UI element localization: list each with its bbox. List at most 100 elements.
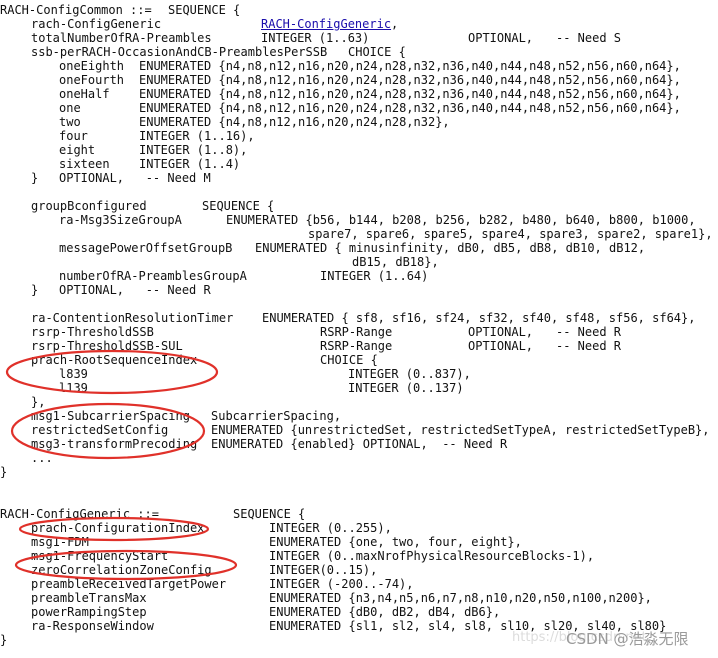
field-name: two <box>59 115 81 129</box>
code-line: RACH-ConfigCommon ::= SEQUENCE { <box>0 3 718 17</box>
field-name: msg1-SubcarrierSpacing <box>31 409 190 423</box>
code-line: preambleReceivedTargetPower INTEGER (-200… <box>0 577 718 591</box>
code-line: ra-Msg3SizeGroupA ENUMERATED {b56, b144, … <box>0 213 718 227</box>
brace: } <box>31 171 39 185</box>
code-line: dB15, dB18}, <box>0 255 718 269</box>
field-name: four <box>59 129 88 143</box>
code-line: rsrp-ThresholdSSB RSRP-Range OPTIONAL, -- N… <box>0 325 718 339</box>
field-type: INTEGER (0..255), <box>269 521 392 535</box>
code-line: l839 INTEGER (0..837), <box>0 367 718 381</box>
code-line: sixteen INTEGER (1..4) <box>0 157 718 171</box>
code-line: spare7, spare6, spare5, spare4, spare3, … <box>0 227 718 241</box>
code-line: rsrp-ThresholdSSB-SUL RSRP-Range OPTIONAL,… <box>0 339 718 353</box>
field-name: eight <box>59 143 96 157</box>
code-line: }, <box>0 395 718 409</box>
field-type: ENUMERATED {unrestrictedSet, restrictedS… <box>211 423 710 437</box>
punct: , <box>391 17 399 31</box>
optional: OPTIONAL, <box>468 31 534 45</box>
code-line: one ENUMERATED {n4,n8,n12,n16,n20,n24,n28… <box>0 101 718 115</box>
type-name: RACH-ConfigCommon ::= <box>0 3 152 17</box>
code-line: } <box>0 465 718 479</box>
brace: } <box>0 465 8 479</box>
rach-config-generic-link[interactable]: RACH-ConfigGeneric <box>261 17 391 31</box>
code-line: powerRampingStep ENUMERATED {dB0, dB2, dB… <box>0 605 718 619</box>
brace: }, <box>31 395 46 409</box>
field-type-cont: spare7, spare6, spare5, spare4, spare3, … <box>308 227 713 241</box>
field-type: RSRP-Range <box>320 339 393 353</box>
code-line: totalNumberOfRA-Preambles INTEGER (1..63)… <box>0 31 718 45</box>
field-type: ENUMERATED {n4,n8,n12,n16,n20,n24,n28,n3… <box>139 115 450 129</box>
field-name: oneEighth <box>59 59 125 73</box>
field-type: INTEGER (-200..-74), <box>269 577 414 591</box>
field-name: l139 <box>59 381 88 395</box>
field-type: ENUMERATED { sf8, sf16, sf24, sf32, sf40… <box>262 311 696 325</box>
code-line: msg3-transformPrecoding ENUMERATED {enabl… <box>0 437 718 451</box>
comment: OPTIONAL, -- Need M <box>59 171 211 185</box>
field-type-cont: dB15, dB18}, <box>352 255 439 269</box>
optional: OPTIONAL, <box>468 325 534 339</box>
field-type: ENUMERATED {n4,n8,n12,n16,n20,n24,n28,n3… <box>139 101 681 115</box>
field-type: ENUMERATED {enabled} OPTIONAL, -- Need R <box>211 437 508 451</box>
field-name: ra-Msg3SizeGroupA <box>59 213 182 227</box>
brace: } <box>31 283 39 297</box>
code-line: ... <box>0 451 718 465</box>
field-type: ENUMERATED {one, two, four, eight}, <box>269 535 522 549</box>
field-name: preambleTransMax <box>31 591 147 605</box>
field-name: l839 <box>59 367 88 381</box>
field-type: SEQUENCE { <box>202 199 275 213</box>
field-name: messagePowerOffsetGroupB <box>59 241 233 255</box>
field-name: ssb-perRACH-OccasionAndCB-PreamblesPerSS… <box>31 45 328 59</box>
code-line: oneHalf ENUMERATED {n4,n8,n12,n16,n20,n24… <box>0 87 718 101</box>
code-line: four INTEGER (1..16), <box>0 129 718 143</box>
code-line: msg1-SubcarrierSpacing SubcarrierSpacing, <box>0 409 718 423</box>
brace: } <box>0 633 8 647</box>
code-line: l139 INTEGER (0..137) <box>0 381 718 395</box>
field-type: SubcarrierSpacing, <box>211 409 342 423</box>
field-type: INTEGER (0..maxNrofPhysicalResourceBlock… <box>269 549 595 563</box>
field-type: ENUMERATED { minusinfinity, dB0, dB5, dB… <box>255 241 646 255</box>
code-line: oneFourth ENUMERATED {n4,n8,n12,n16,n20,n… <box>0 73 718 87</box>
field-type: INTEGER (0..137) <box>348 381 464 395</box>
code-line: numberOfRA-PreamblesGroupA INTEGER (1..64… <box>0 269 718 283</box>
code-line: RACH-ConfigGeneric ::= SEQUENCE { <box>0 507 718 521</box>
field-type: RSRP-Range <box>320 325 393 339</box>
field-name: zeroCorrelationZoneConfig <box>31 563 212 577</box>
field-name: restrictedSetConfig <box>31 423 169 437</box>
code-line: eight INTEGER (1..8), <box>0 143 718 157</box>
type-def: SEQUENCE { <box>233 507 306 521</box>
field-type: INTEGER (1..63) <box>261 31 370 45</box>
field-type: ENUMERATED {b56, b144, b208, b256, b282,… <box>226 213 696 227</box>
field-type: CHOICE { <box>320 353 378 367</box>
field-name: preambleReceivedTargetPower <box>31 577 227 591</box>
comment: -- Need R <box>556 339 622 353</box>
type-def: SEQUENCE { <box>168 3 241 17</box>
field-type: INTEGER (1..8), <box>139 143 248 157</box>
field-name: prach-ConfigurationIndex <box>31 521 205 535</box>
code-line: groupBconfigured SEQUENCE { <box>0 199 718 213</box>
watermark-text: CSDN @浩淼无限 <box>566 630 689 648</box>
comment: -- Need R <box>556 325 622 339</box>
field-name: oneFourth <box>59 73 125 87</box>
field-name: msg3-transformPrecoding <box>31 437 198 451</box>
field-name: groupBconfigured <box>31 199 147 213</box>
code-line: ra-ContentionResolutionTimer ENUMERATED {… <box>0 311 718 325</box>
field-name: oneHalf <box>59 87 110 101</box>
field-name: powerRampingStep <box>31 605 147 619</box>
field-type: INTEGER (1..64) <box>320 269 429 283</box>
comment: OPTIONAL, -- Need R <box>59 283 211 297</box>
field-name: one <box>59 101 81 115</box>
code-line: two ENUMERATED {n4,n8,n12,n16,n20,n24,n28… <box>0 115 718 129</box>
field-name: rsrp-ThresholdSSB <box>31 325 154 339</box>
code-line: } OPTIONAL, -- Need R <box>0 283 718 297</box>
field-name: prach-RootSequenceIndex <box>31 353 198 367</box>
code-line: rach-ConfigGeneric RACH-ConfigGeneric, <box>0 17 718 31</box>
code-line: prach-ConfigurationIndex INTEGER (0..255)… <box>0 521 718 535</box>
code-line: msg1-FrequencyStart INTEGER (0..maxNrofPh… <box>0 549 718 563</box>
field-type: INTEGER(0..15), <box>269 563 378 577</box>
field-name: msg1-FDM <box>31 535 89 549</box>
field-type: CHOICE { <box>348 45 406 59</box>
comment: -- Need S <box>556 31 622 45</box>
field-type: ENUMERATED {n4,n8,n12,n16,n20,n24,n28,n3… <box>139 59 681 73</box>
type-name: RACH-ConfigGeneric ::= <box>0 507 159 521</box>
field-type: ENUMERATED {n4,n8,n12,n16,n20,n24,n28,n3… <box>139 87 681 101</box>
